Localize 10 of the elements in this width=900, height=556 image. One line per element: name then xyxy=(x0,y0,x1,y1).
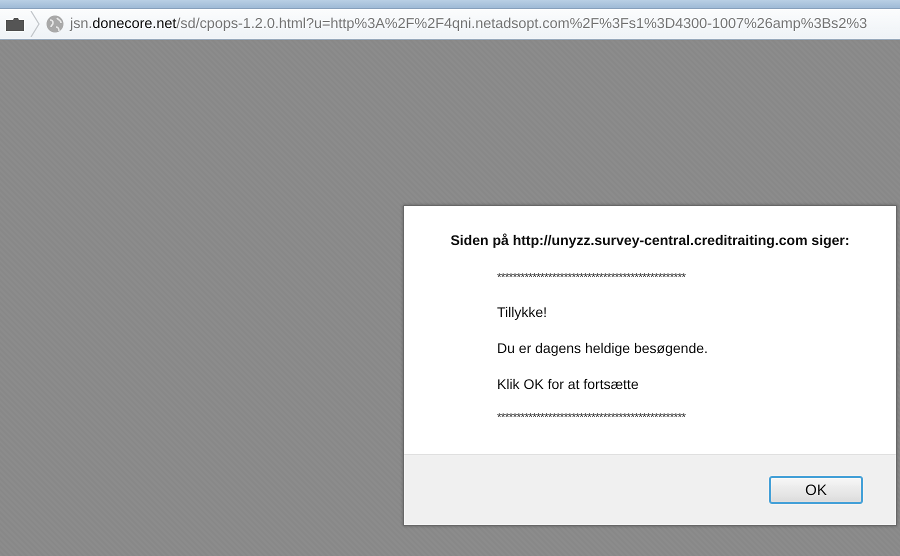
folder-icon[interactable] xyxy=(6,17,24,31)
ok-button[interactable]: OK xyxy=(769,476,863,504)
globe-icon xyxy=(46,15,64,33)
message-text: Klik OK for at fortsætte xyxy=(496,376,640,392)
asterisk-separator: ************************************************ xyxy=(496,412,687,424)
dialog-title: Siden på http://unyzz.survey-central.creditraiting.com siger: xyxy=(449,232,851,248)
message-text: Du er dagens heldige besøgende. xyxy=(496,340,709,356)
chevron-icon xyxy=(30,11,40,37)
asterisk-separator: ************************************************ xyxy=(496,272,687,284)
message-text: Tillykke! xyxy=(496,304,548,320)
